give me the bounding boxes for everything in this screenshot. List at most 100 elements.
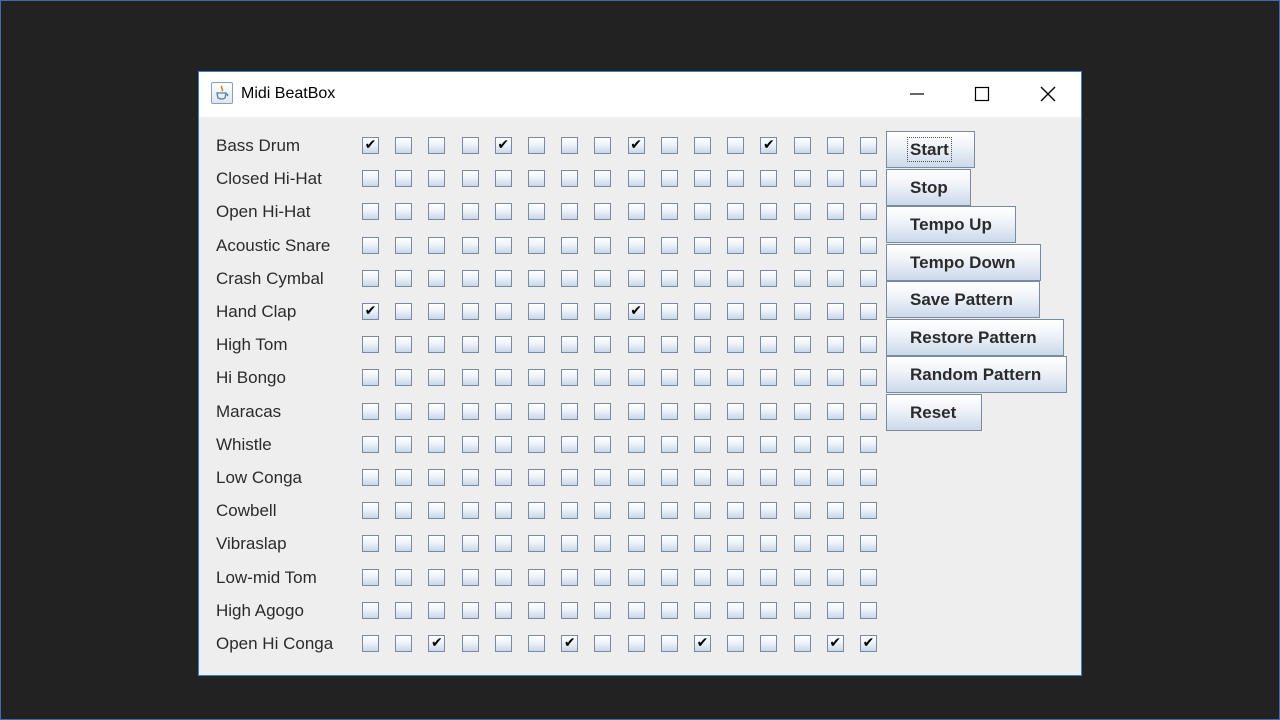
beat-checkbox[interactable] xyxy=(826,469,844,486)
beat-checkbox[interactable] xyxy=(760,203,778,221)
maximize-button[interactable] xyxy=(959,72,1005,117)
beat-checkbox[interactable] xyxy=(362,502,379,520)
beat-checkbox[interactable] xyxy=(528,469,545,486)
beat-checkbox[interactable]: ✔ xyxy=(627,137,645,154)
beat-checkbox[interactable] xyxy=(660,170,678,188)
beat-checkbox[interactable] xyxy=(727,635,745,652)
beat-checkbox[interactable] xyxy=(428,236,446,254)
beat-checkbox[interactable] xyxy=(362,435,379,453)
beat-checkbox[interactable] xyxy=(395,635,413,652)
beat-checkbox[interactable] xyxy=(660,236,678,254)
beat-checkbox[interactable] xyxy=(561,236,579,254)
beat-checkbox[interactable] xyxy=(826,601,844,619)
beat-checkbox[interactable] xyxy=(793,137,811,154)
beat-checkbox[interactable] xyxy=(660,635,678,652)
beat-checkbox[interactable] xyxy=(461,502,479,520)
beat-checkbox[interactable] xyxy=(760,269,778,287)
beat-checkbox[interactable] xyxy=(428,535,446,553)
beat-checkbox[interactable] xyxy=(594,601,612,619)
beat-checkbox[interactable] xyxy=(428,469,446,486)
beat-checkbox[interactable] xyxy=(528,502,545,520)
beat-checkbox[interactable] xyxy=(362,170,379,188)
beat-checkbox[interactable] xyxy=(594,469,612,486)
beat-checkbox[interactable] xyxy=(694,336,711,354)
beat-checkbox[interactable] xyxy=(760,303,778,320)
beat-checkbox[interactable] xyxy=(362,269,379,287)
beat-checkbox[interactable] xyxy=(395,369,413,387)
beat-checkbox[interactable] xyxy=(826,502,844,520)
beat-checkbox[interactable] xyxy=(793,402,811,420)
beat-checkbox[interactable] xyxy=(826,535,844,553)
beat-checkbox[interactable] xyxy=(395,469,413,486)
beat-checkbox[interactable] xyxy=(860,402,877,420)
beat-checkbox[interactable] xyxy=(760,170,778,188)
beat-checkbox[interactable] xyxy=(461,469,479,486)
beat-checkbox[interactable] xyxy=(660,502,678,520)
beat-checkbox[interactable] xyxy=(860,269,877,287)
beat-checkbox[interactable] xyxy=(528,635,545,652)
beat-checkbox[interactable] xyxy=(727,203,745,221)
beat-checkbox[interactable] xyxy=(826,369,844,387)
beat-checkbox[interactable] xyxy=(760,469,778,486)
beat-checkbox[interactable] xyxy=(494,535,512,553)
beat-checkbox[interactable] xyxy=(395,535,413,553)
beat-checkbox[interactable] xyxy=(594,170,612,188)
beat-checkbox[interactable] xyxy=(594,203,612,221)
beat-checkbox[interactable] xyxy=(826,336,844,354)
beat-checkbox[interactable] xyxy=(594,435,612,453)
beat-checkbox[interactable] xyxy=(627,269,645,287)
beat-checkbox[interactable] xyxy=(362,336,379,354)
close-button[interactable] xyxy=(1025,72,1071,117)
beat-checkbox[interactable] xyxy=(727,236,745,254)
beat-checkbox[interactable] xyxy=(727,469,745,486)
tempo-down-button[interactable]: Tempo Down xyxy=(886,243,1041,281)
beat-checkbox[interactable]: ✔ xyxy=(428,635,446,652)
beat-checkbox[interactable] xyxy=(793,435,811,453)
beat-checkbox[interactable] xyxy=(395,170,413,188)
beat-checkbox[interactable] xyxy=(694,303,711,320)
beat-checkbox[interactable] xyxy=(428,269,446,287)
beat-checkbox[interactable] xyxy=(627,635,645,652)
beat-checkbox[interactable] xyxy=(528,137,545,154)
beat-checkbox[interactable] xyxy=(660,535,678,553)
beat-checkbox[interactable] xyxy=(528,203,545,221)
beat-checkbox[interactable] xyxy=(860,601,877,619)
beat-checkbox[interactable] xyxy=(660,137,678,154)
beat-checkbox[interactable] xyxy=(362,635,379,652)
beat-checkbox[interactable] xyxy=(826,568,844,586)
beat-checkbox[interactable] xyxy=(428,170,446,188)
beat-checkbox[interactable] xyxy=(528,568,545,586)
beat-checkbox[interactable] xyxy=(694,137,711,154)
beat-checkbox[interactable] xyxy=(627,402,645,420)
beat-checkbox[interactable]: ✔ xyxy=(760,137,778,154)
beat-checkbox[interactable] xyxy=(727,303,745,320)
beat-checkbox[interactable] xyxy=(860,469,877,486)
beat-checkbox[interactable] xyxy=(860,203,877,221)
beat-checkbox[interactable] xyxy=(627,435,645,453)
beat-checkbox[interactable] xyxy=(694,502,711,520)
beat-checkbox[interactable] xyxy=(395,435,413,453)
beat-checkbox[interactable] xyxy=(494,269,512,287)
beat-checkbox[interactable] xyxy=(362,568,379,586)
beat-checkbox[interactable] xyxy=(461,137,479,154)
beat-checkbox[interactable]: ✔ xyxy=(694,635,711,652)
beat-checkbox[interactable] xyxy=(594,269,612,287)
beat-checkbox[interactable] xyxy=(395,402,413,420)
beat-checkbox[interactable] xyxy=(727,137,745,154)
beat-checkbox[interactable] xyxy=(362,369,379,387)
beat-checkbox[interactable] xyxy=(428,402,446,420)
beat-checkbox[interactable] xyxy=(860,236,877,254)
beat-checkbox[interactable]: ✔ xyxy=(627,303,645,320)
beat-checkbox[interactable] xyxy=(594,635,612,652)
beat-checkbox[interactable] xyxy=(594,137,612,154)
beat-checkbox[interactable] xyxy=(627,535,645,553)
save-pattern-button[interactable]: Save Pattern xyxy=(886,281,1040,318)
beat-checkbox[interactable] xyxy=(461,236,479,254)
beat-checkbox[interactable] xyxy=(860,303,877,320)
beat-checkbox[interactable] xyxy=(760,502,778,520)
beat-checkbox[interactable] xyxy=(793,303,811,320)
beat-checkbox[interactable] xyxy=(727,502,745,520)
beat-checkbox[interactable] xyxy=(760,402,778,420)
beat-checkbox[interactable] xyxy=(826,303,844,320)
beat-checkbox[interactable] xyxy=(594,502,612,520)
